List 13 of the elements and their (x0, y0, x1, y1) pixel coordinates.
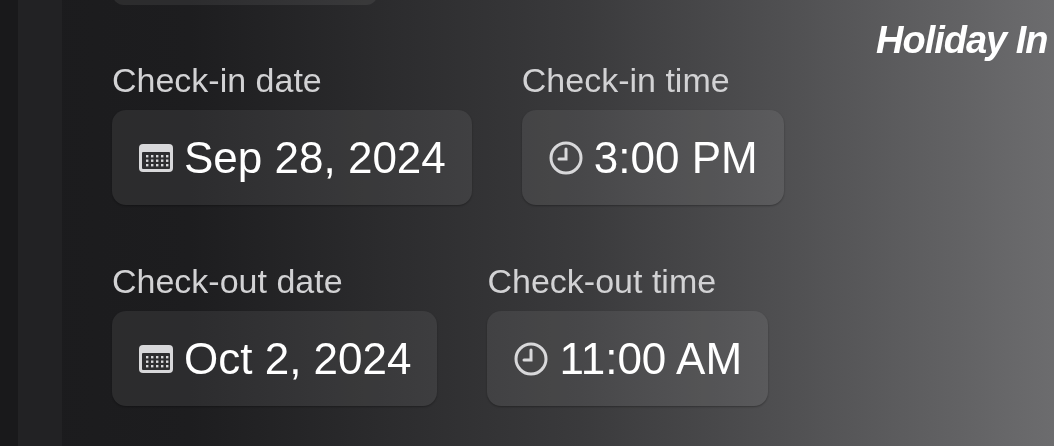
calendar-icon (138, 142, 174, 173)
clock-icon (547, 139, 584, 176)
date-picker[interactable]: Sep 28, 2024 (112, 110, 472, 205)
field-label: Check-in time (521, 60, 730, 101)
time-picker[interactable]: 3:00 PM (521, 110, 784, 205)
clock-icon (513, 340, 550, 377)
field-label: Check-in date (112, 60, 322, 101)
field-label: Check-out time (487, 261, 717, 302)
date-picker[interactable]: Oct 2, 2024 (112, 311, 438, 406)
time-picker[interactable]: 11:00 AM (487, 311, 769, 406)
field-label: Check-out date (112, 261, 343, 302)
calendar-icon (138, 343, 174, 374)
logo-text: Holiday In (876, 18, 1048, 63)
